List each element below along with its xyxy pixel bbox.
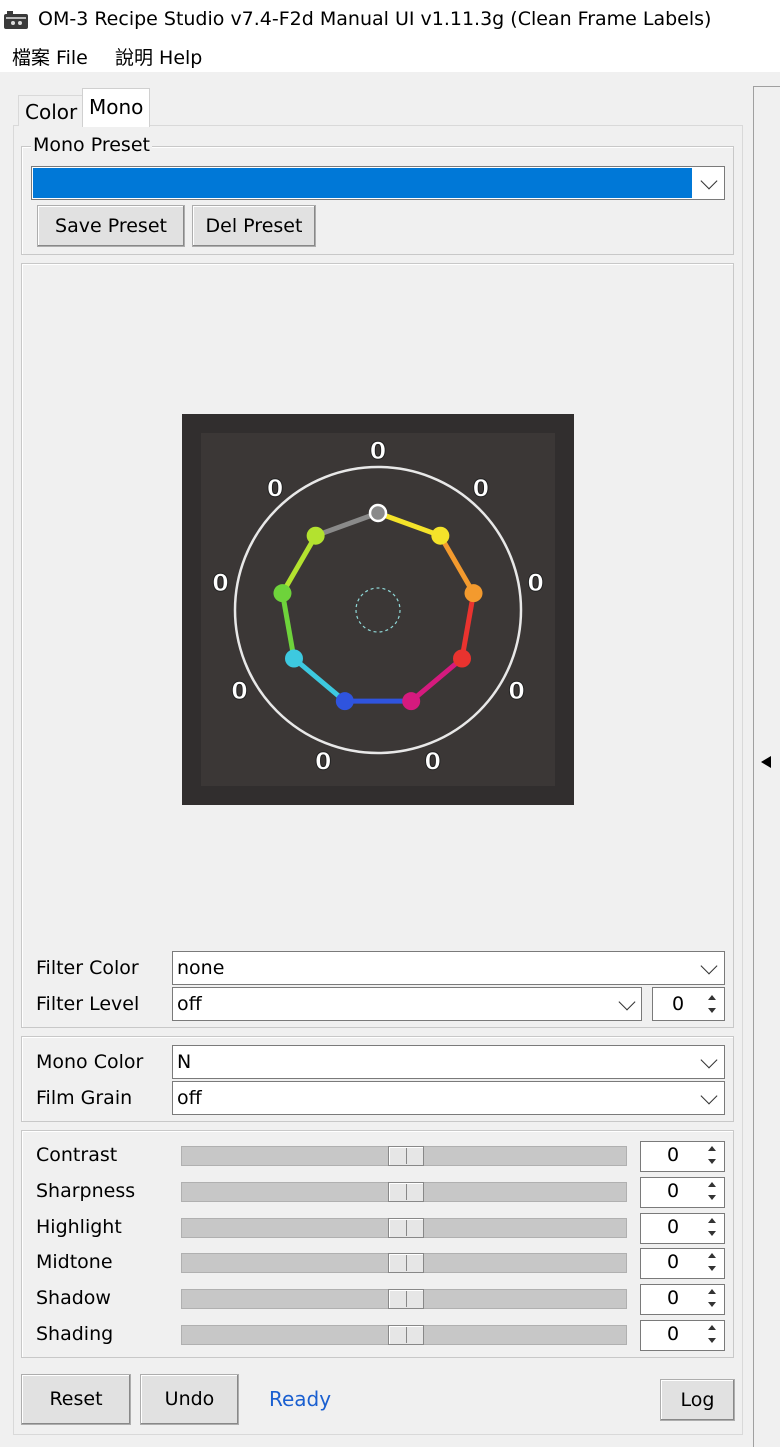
wheel-edge-lime [314, 510, 379, 539]
wheel-value-gray: 0 [370, 437, 387, 465]
preset-select-value [33, 168, 692, 198]
wheel-value-red: 0 [508, 677, 525, 705]
wheel-value-green: 0 [212, 569, 229, 597]
spin-down-icon[interactable] [708, 1159, 716, 1164]
filter-level-label: Filter Level [36, 993, 140, 1015]
sharpness-label: Sharpness [36, 1180, 136, 1202]
wheel-node-red[interactable] [453, 649, 472, 668]
spin-down-icon[interactable] [708, 1338, 716, 1343]
spin-up-icon[interactable] [708, 995, 716, 1000]
spin-up-icon[interactable] [708, 1289, 716, 1294]
spin-down-icon[interactable] [708, 1195, 716, 1200]
wheel-node-yellow[interactable] [431, 526, 450, 545]
tab-color[interactable]: Color [18, 95, 85, 126]
mono-color-label: Mono Color [36, 1051, 144, 1073]
highlight-thumb-grip [406, 1220, 407, 1236]
wheel-edge-blue [292, 656, 347, 704]
wheel-node-orange[interactable] [464, 584, 483, 603]
wheel-edge-cyan [280, 592, 297, 659]
shadow-value: 0 [666, 1287, 680, 1309]
filter-color-value: none [177, 957, 225, 979]
sharpness-value: 0 [666, 1180, 680, 1202]
wheel-value-orange: 0 [527, 569, 544, 597]
app-camera-icon [4, 11, 28, 29]
spin-up-icon[interactable] [708, 1218, 716, 1223]
undo-button[interactable]: Undo [140, 1374, 239, 1425]
filter-color-label: Filter Color [36, 957, 139, 979]
filter-level-number: 0 [671, 993, 685, 1015]
wheel-node-cyan[interactable] [284, 649, 303, 668]
wheel-edge-gray [377, 510, 442, 539]
spin-down-icon[interactable] [708, 1008, 716, 1013]
wheel-value-magenta: 0 [424, 747, 441, 775]
mono-color-value: N [177, 1051, 192, 1073]
shadow-label: Shadow [36, 1287, 111, 1309]
expand-arrow-icon[interactable] [761, 756, 771, 768]
wheel-value-lime: 0 [267, 474, 284, 502]
wheel-node-blue[interactable] [335, 692, 354, 711]
film-grain-label: Film Grain [36, 1087, 133, 1109]
wheel-node-green[interactable] [273, 584, 292, 603]
wheel-value-yellow: 0 [472, 474, 489, 502]
wheel-edge-green [280, 534, 318, 595]
film-grain-value: off [177, 1087, 202, 1109]
sharpness-thumb-grip [406, 1184, 407, 1200]
shading-value: 0 [666, 1323, 680, 1345]
shading-thumb-grip [406, 1327, 407, 1343]
shadow-thumb-grip [406, 1291, 407, 1307]
preset-group-label: Mono Preset [31, 134, 152, 156]
midtone-label: Midtone [36, 1251, 113, 1273]
filter-color-select[interactable] [172, 951, 725, 985]
save-preset-button[interactable]: Save Preset [37, 205, 185, 247]
wheel-node-gray[interactable] [368, 503, 388, 523]
midtone-value: 0 [666, 1251, 680, 1273]
filter-level-value: off [177, 993, 202, 1015]
log-button[interactable]: Log [660, 1379, 735, 1421]
wheel-value-blue: 0 [315, 747, 332, 775]
contrast-thumb-grip [406, 1148, 407, 1164]
mono-color-select[interactable] [172, 1045, 725, 1079]
reset-button[interactable]: Reset [21, 1374, 131, 1425]
wheel-edge-orange [459, 592, 476, 659]
spin-down-icon[interactable] [708, 1231, 716, 1236]
menu-file[interactable]: 檔案 File [12, 43, 88, 70]
contrast-label: Contrast [36, 1144, 118, 1166]
color-wheel[interactable]: 0 0 0 0 0 0 0 0 0 [182, 414, 574, 805]
spin-down-icon[interactable] [708, 1302, 716, 1307]
wheel-edge-red [409, 656, 464, 704]
tab-mono[interactable]: Mono [82, 88, 151, 127]
midtone-thumb-grip [406, 1255, 407, 1271]
wheel-edge-yellow [438, 534, 476, 595]
highlight-value: 0 [666, 1216, 680, 1238]
film-grain-select[interactable] [172, 1081, 725, 1115]
shading-label: Shading [36, 1323, 114, 1345]
highlight-label: Highlight [36, 1216, 122, 1238]
wheel-node-magenta[interactable] [402, 692, 421, 711]
window-title: OM-3 Recipe Studio v7.4-F2d Manual UI v1… [38, 8, 712, 30]
spin-up-icon[interactable] [708, 1253, 716, 1258]
wheel-value-cyan: 0 [231, 677, 248, 705]
spin-up-icon[interactable] [708, 1325, 716, 1330]
wheel-node-lime[interactable] [306, 526, 325, 545]
contrast-value: 0 [666, 1144, 680, 1166]
delete-preset-button[interactable]: Del Preset [192, 205, 316, 247]
spin-down-icon[interactable] [708, 1266, 716, 1271]
center-target [355, 587, 401, 633]
filter-level-select[interactable] [172, 987, 642, 1021]
spin-up-icon[interactable] [708, 1182, 716, 1187]
status-text: Ready [269, 1387, 332, 1411]
menu-help[interactable]: 說明 Help [115, 43, 202, 70]
spin-up-icon[interactable] [708, 1146, 716, 1151]
